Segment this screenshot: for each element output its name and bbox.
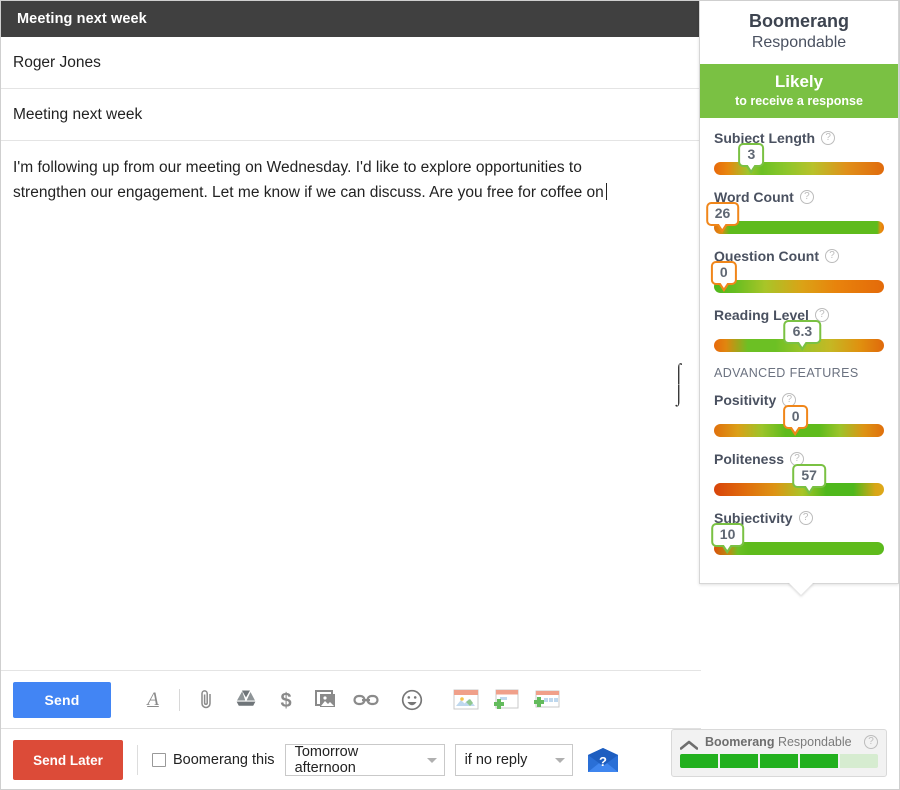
widget-score-segment <box>680 754 720 768</box>
metric-basic-0: Subject Length ? 3 <box>714 130 884 175</box>
basic-metrics-group: Subject Length ? 3 Word Count ? 26 Quest… <box>705 130 884 352</box>
metric-advanced-0: Positivity ? 0 <box>714 392 884 437</box>
chevron-up-icon[interactable] <box>679 737 699 750</box>
metric-basic-1: Word Count ? 26 <box>705 189 884 234</box>
metric-help-icon[interactable]: ? <box>825 249 839 263</box>
metric-bar-wrap: 57 <box>714 464 884 496</box>
compose-window: Meeting next week Roger Jones Meeting ne… <box>1 1 701 789</box>
metric-label-row: Question Count ? <box>714 248 884 264</box>
svg-text:$: $ <box>280 690 291 711</box>
format-text-icon[interactable]: A <box>133 680 173 720</box>
widget-score-bar <box>680 754 878 768</box>
insert-link-icon[interactable] <box>346 680 386 720</box>
likelihood-banner-main: Likely <box>774 72 824 91</box>
recipient-value: Roger Jones <box>13 53 101 71</box>
subject-value: Meeting next week <box>13 105 143 123</box>
metric-help-icon[interactable]: ? <box>821 131 836 145</box>
widget-label-rest: Respondable <box>777 735 852 749</box>
metric-value-bubble: 0 <box>782 405 809 436</box>
message-body-text: I'm following up from our meeting on Wed… <box>13 155 613 205</box>
widget-score-segment <box>840 754 878 768</box>
google-drive-icon[interactable] <box>226 680 266 720</box>
metric-value-bubble: 6.3 <box>783 320 822 351</box>
text-i-beam-cursor: ⌠ ⌡ <box>673 363 685 406</box>
metric-bar-wrap: 26 <box>705 202 884 234</box>
metric-advanced-2: Subjectivity ? 10 <box>710 510 884 555</box>
boomerang-respondable-widget[interactable]: Boomerang Respondable ? <box>671 729 887 777</box>
metric-bar-wrap: 10 <box>710 523 884 555</box>
email-compose-app: Meeting next week Roger Jones Meeting ne… <box>0 0 900 790</box>
boomerang-toolbar: Send Later Boomerang this Tomorrow after… <box>1 729 701 789</box>
metric-help-icon[interactable]: ? <box>798 511 813 525</box>
widget-header: Boomerang Respondable ? <box>679 735 878 750</box>
panel-pointer-notch <box>788 582 814 595</box>
metric-advanced-1: Politeness ? 57 <box>714 451 884 496</box>
send-button[interactable]: Send <box>13 681 111 718</box>
svg-text:?: ? <box>599 754 607 769</box>
boomerang-this-checkbox[interactable]: Boomerang this <box>152 752 275 768</box>
insert-emoji-icon[interactable] <box>392 680 432 720</box>
metric-name: Politeness <box>714 451 785 467</box>
insert-photo-icon[interactable] <box>306 680 346 720</box>
boomerang-this-label: Boomerang this <box>173 752 275 768</box>
metric-bar-wrap: 0 <box>714 405 884 437</box>
compose-toolbar: Send A $ <box>1 671 701 729</box>
insert-money-icon[interactable]: $ <box>266 680 306 720</box>
metric-label-row: Word Count ? <box>714 189 884 205</box>
metric-basic-2: Question Count ? 0 <box>710 248 884 293</box>
panel-header: Boomerang Respondable <box>700 1 898 64</box>
advanced-features-header: ADVANCED FEATURES <box>714 366 859 380</box>
compose-window-title: Meeting next week <box>17 11 147 27</box>
metric-value-bubble: 57 <box>792 464 826 495</box>
text-caret <box>605 183 607 200</box>
metric-value-bubble: 3 <box>738 143 765 174</box>
panel-subtitle: Respondable <box>751 34 847 51</box>
chevron-down-icon <box>426 757 437 763</box>
metric-value-bubble: 10 <box>710 523 745 554</box>
metric-gradient-bar <box>714 221 884 234</box>
help-envelope-icon[interactable]: ? <box>587 747 619 773</box>
insert-snippet-icon[interactable] <box>526 680 566 720</box>
compose-window-titlebar: Meeting next week <box>1 1 701 37</box>
recipient-field[interactable]: Roger Jones <box>1 37 701 89</box>
likelihood-banner-sub: to receive a response <box>735 94 863 108</box>
boomerang-when-select[interactable]: Tomorrow afternoon <box>284 744 445 776</box>
widget-help-icon[interactable]: ? <box>864 735 878 749</box>
widget-score-segment <box>760 754 800 768</box>
widget-label-bold: Boomerang <box>705 735 775 749</box>
likelihood-banner: Likely to receive a response <box>700 64 898 118</box>
new-template-icon[interactable] <box>486 680 526 720</box>
chevron-down-icon <box>554 757 565 763</box>
metrics-list: Subject Length ? 3 Word Count ? 26 Quest… <box>700 118 898 583</box>
metric-basic-3: Reading Level ? 6.3 <box>714 307 884 352</box>
insert-template-icon[interactable] <box>446 680 486 720</box>
metric-value-bubble: 0 <box>710 261 737 292</box>
panel-title: Boomerang <box>748 11 849 31</box>
metric-value-bubble: 26 <box>705 202 740 233</box>
metric-bar-wrap: 0 <box>710 261 884 293</box>
metric-gradient-bar <box>714 280 884 293</box>
toolbar2-divider <box>137 745 138 775</box>
metric-help-icon[interactable]: ? <box>799 190 814 204</box>
toolbar-divider <box>179 688 180 711</box>
widget-label: Boomerang Respondable <box>705 735 852 749</box>
metric-name: Subject Length <box>714 130 816 146</box>
advanced-metrics-group: Positivity ? 0 Politeness ? 57 Subjectiv… <box>710 392 884 555</box>
metric-bar-wrap: 3 <box>714 143 884 175</box>
checkbox-box[interactable] <box>152 753 166 767</box>
metric-name: Positivity <box>714 392 777 408</box>
boomerang-condition-value: if no reply <box>464 752 528 768</box>
attach-file-icon[interactable] <box>186 680 226 720</box>
send-later-button[interactable]: Send Later <box>13 740 123 780</box>
message-body-editor[interactable]: I'm following up from our meeting on Wed… <box>1 141 701 671</box>
boomerang-condition-select[interactable]: if no reply <box>454 744 573 776</box>
boomerang-respondable-panel: Boomerang Respondable Likely to receive … <box>699 1 899 595</box>
widget-score-segment <box>720 754 760 768</box>
widget-score-segment <box>800 754 840 768</box>
message-body-value: I'm following up from our meeting on Wed… <box>13 159 604 201</box>
metric-bar-wrap: 6.3 <box>714 320 884 352</box>
boomerang-when-value: Tomorrow afternoon <box>294 744 359 776</box>
subject-field[interactable]: Meeting next week <box>1 89 701 141</box>
